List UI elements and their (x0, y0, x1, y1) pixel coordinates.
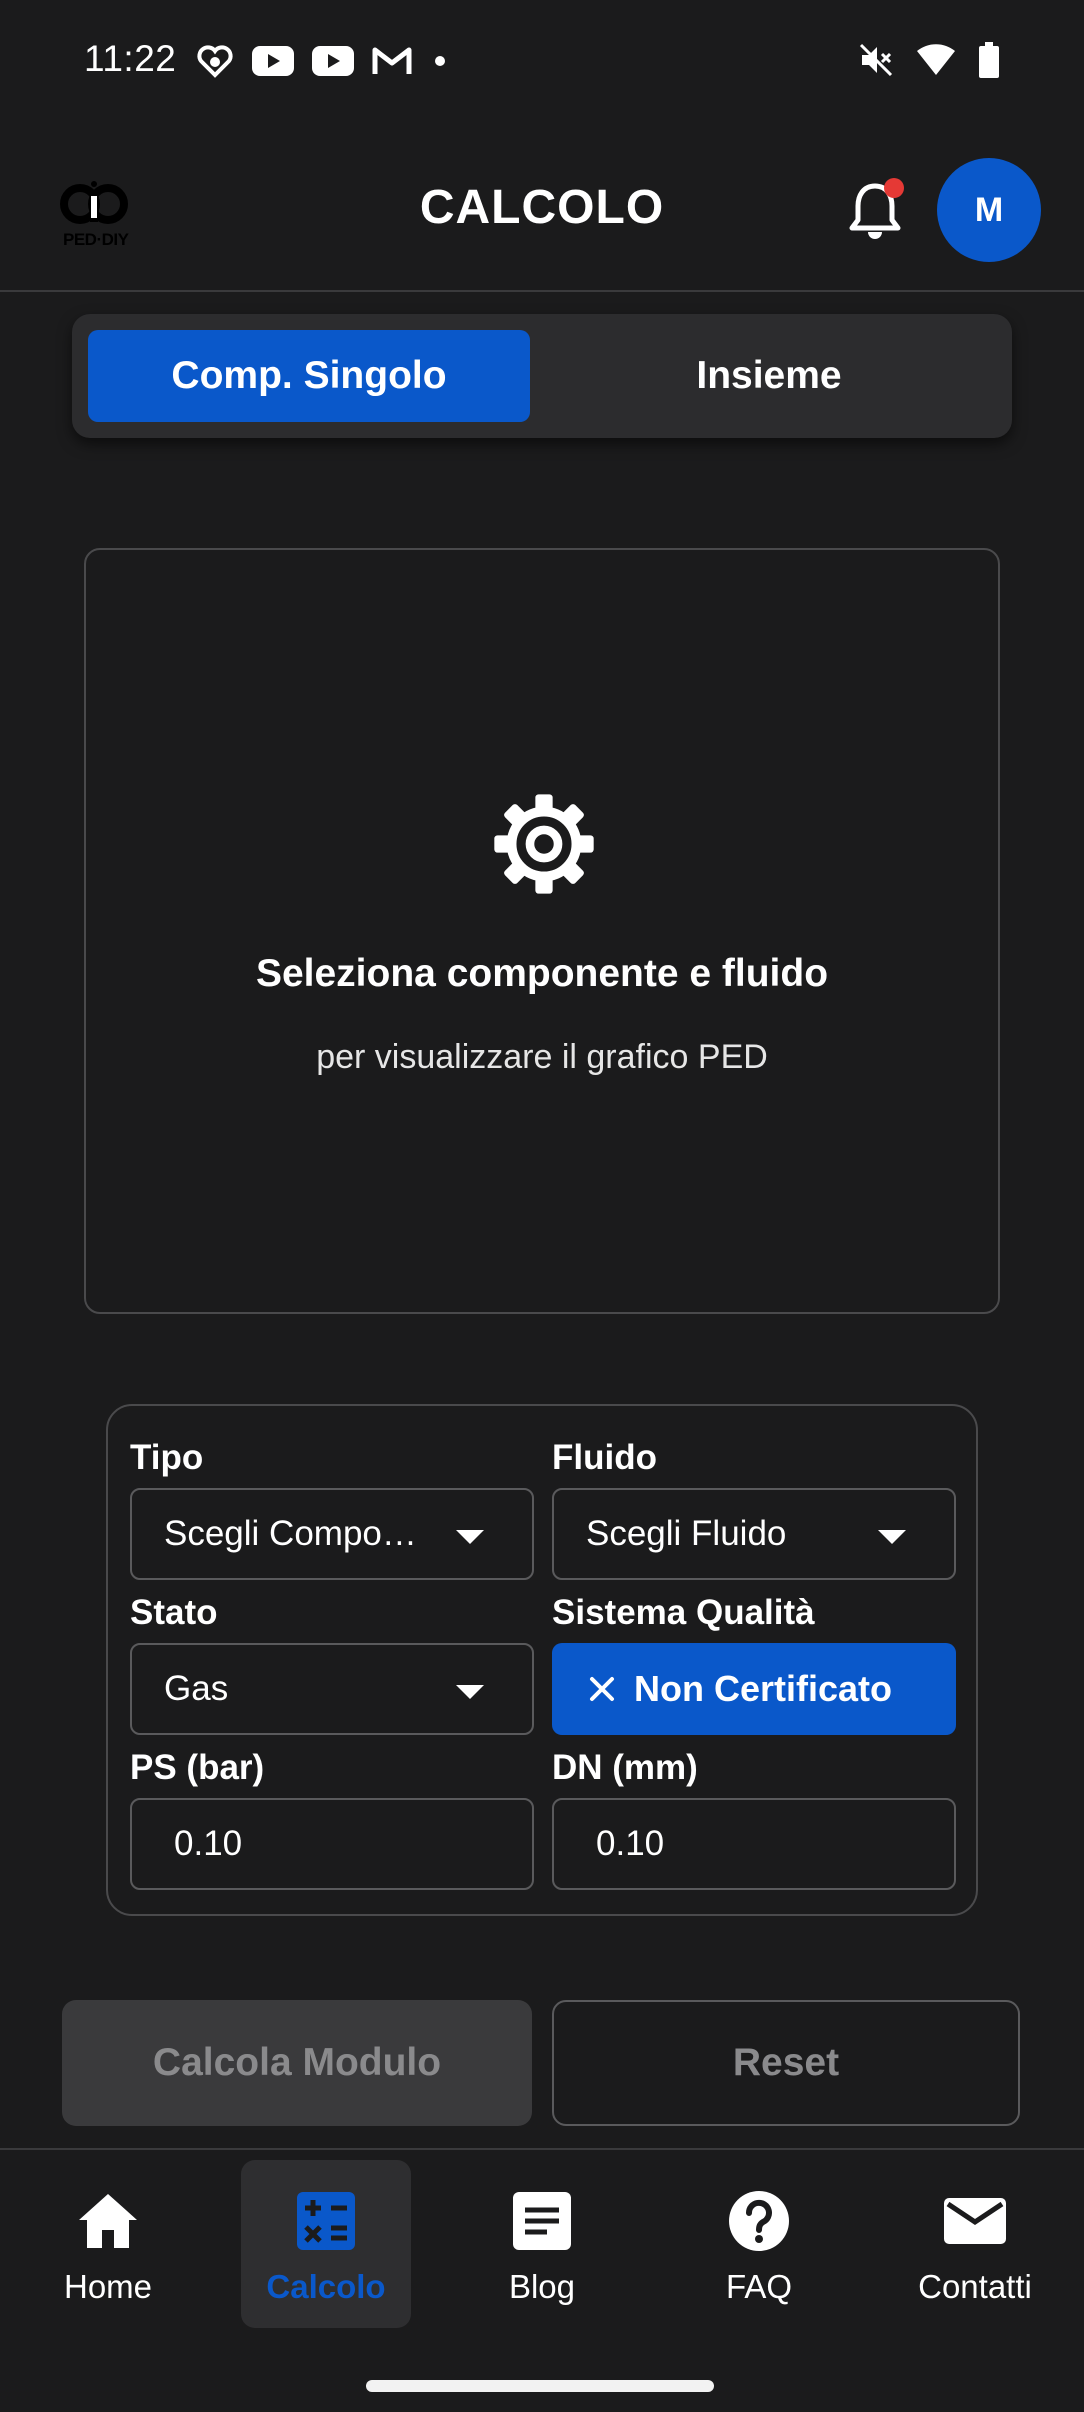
nav-item-calcolo[interactable]: Calcolo (241, 2160, 411, 2328)
ps-input[interactable]: 0.10 (130, 1798, 534, 1890)
status-time: 11:22 (84, 38, 177, 79)
nav-label: Calcolo (266, 2268, 386, 2305)
tab-comp-singolo[interactable]: Comp. Singolo (88, 330, 530, 422)
tipo-dropdown[interactable]: Scegli Compo… (130, 1488, 534, 1580)
bottom-navigation: Home Calcolo Blog FAQ Contatti (0, 2148, 1084, 2412)
tab-label: Insieme (696, 354, 842, 397)
home-indicator[interactable] (366, 2380, 714, 2392)
sistema-qualita-toggle[interactable]: Non Certificato (552, 1643, 956, 1735)
stato-dropdown[interactable]: Gas (130, 1643, 534, 1735)
chevron-down-icon (456, 1685, 484, 1699)
tab-label: Comp. Singolo (171, 354, 447, 397)
gear-icon (494, 794, 594, 894)
help-icon (729, 2191, 789, 2251)
tipo-label: Tipo (130, 1438, 204, 1477)
dn-value: 0.10 (596, 1824, 665, 1863)
battery-icon (979, 42, 999, 78)
notification-icons (196, 44, 450, 78)
reset-button[interactable]: Reset (552, 2000, 1020, 2126)
heart-link-icon (197, 45, 233, 78)
chart-placeholder: Seleziona componente e fluido per visual… (84, 548, 1000, 1314)
nav-item-blog[interactable]: Blog (457, 2160, 627, 2328)
mute-icon (859, 43, 893, 77)
article-icon (513, 2192, 571, 2250)
stato-value: Gas (164, 1669, 229, 1708)
chevron-down-icon (456, 1530, 484, 1544)
chevron-down-icon (878, 1530, 906, 1544)
calculator-icon (297, 2192, 355, 2250)
wifi-icon (917, 44, 955, 75)
avatar-initial: M (974, 190, 1004, 229)
dot-icon (435, 56, 445, 66)
tipo-value: Scegli Compo… (164, 1514, 417, 1553)
fluido-dropdown[interactable]: Scegli Fluido (552, 1488, 956, 1580)
ps-label: PS (bar) (130, 1748, 265, 1787)
system-icons (858, 42, 1000, 78)
fluido-value: Scegli Fluido (586, 1514, 787, 1553)
fluido-label: Fluido (552, 1438, 657, 1477)
placeholder-subtitle: per visualizzare il grafico PED (316, 1038, 768, 1076)
nav-item-contatti[interactable]: Contatti (890, 2160, 1060, 2328)
stato-label: Stato (130, 1593, 218, 1632)
nav-label: Blog (508, 2268, 576, 2305)
close-icon (590, 1677, 614, 1701)
ps-value: 0.10 (174, 1824, 243, 1863)
page-title: CALCOLO (419, 181, 665, 234)
avatar[interactable]: M (937, 158, 1041, 262)
mode-tabs: Comp. Singolo Insieme (72, 314, 1012, 438)
youtube-icon (312, 46, 354, 76)
parameters-form: Tipo Scegli Compo… Fluido Scegli Fluido … (106, 1404, 978, 1916)
tab-insieme[interactable]: Insieme (542, 330, 996, 422)
nav-label: Contatti (918, 2268, 1032, 2305)
mail-icon (944, 2198, 1006, 2244)
app-header: PED·DIY CALCOLO M (0, 124, 1084, 292)
sistema-qualita-value: Non Certificato (634, 1668, 893, 1709)
status-bar: 11:22 (0, 0, 1084, 124)
nav-label: Home (63, 2268, 153, 2305)
nav-label: FAQ (725, 2268, 793, 2305)
dn-label: DN (mm) (552, 1748, 698, 1787)
gmail-icon (372, 47, 412, 74)
dn-input[interactable]: 0.10 (552, 1798, 956, 1890)
youtube-icon (252, 46, 294, 76)
calcola-modulo-button[interactable]: Calcola Modulo (62, 2000, 532, 2126)
sistema-qualita-label: Sistema Qualità (552, 1593, 815, 1632)
home-icon (79, 2194, 137, 2248)
placeholder-title: Seleziona componente e fluido (255, 952, 829, 995)
nav-item-home[interactable]: Home (23, 2160, 193, 2328)
nav-item-faq[interactable]: FAQ (674, 2160, 844, 2328)
notification-badge (884, 178, 904, 198)
